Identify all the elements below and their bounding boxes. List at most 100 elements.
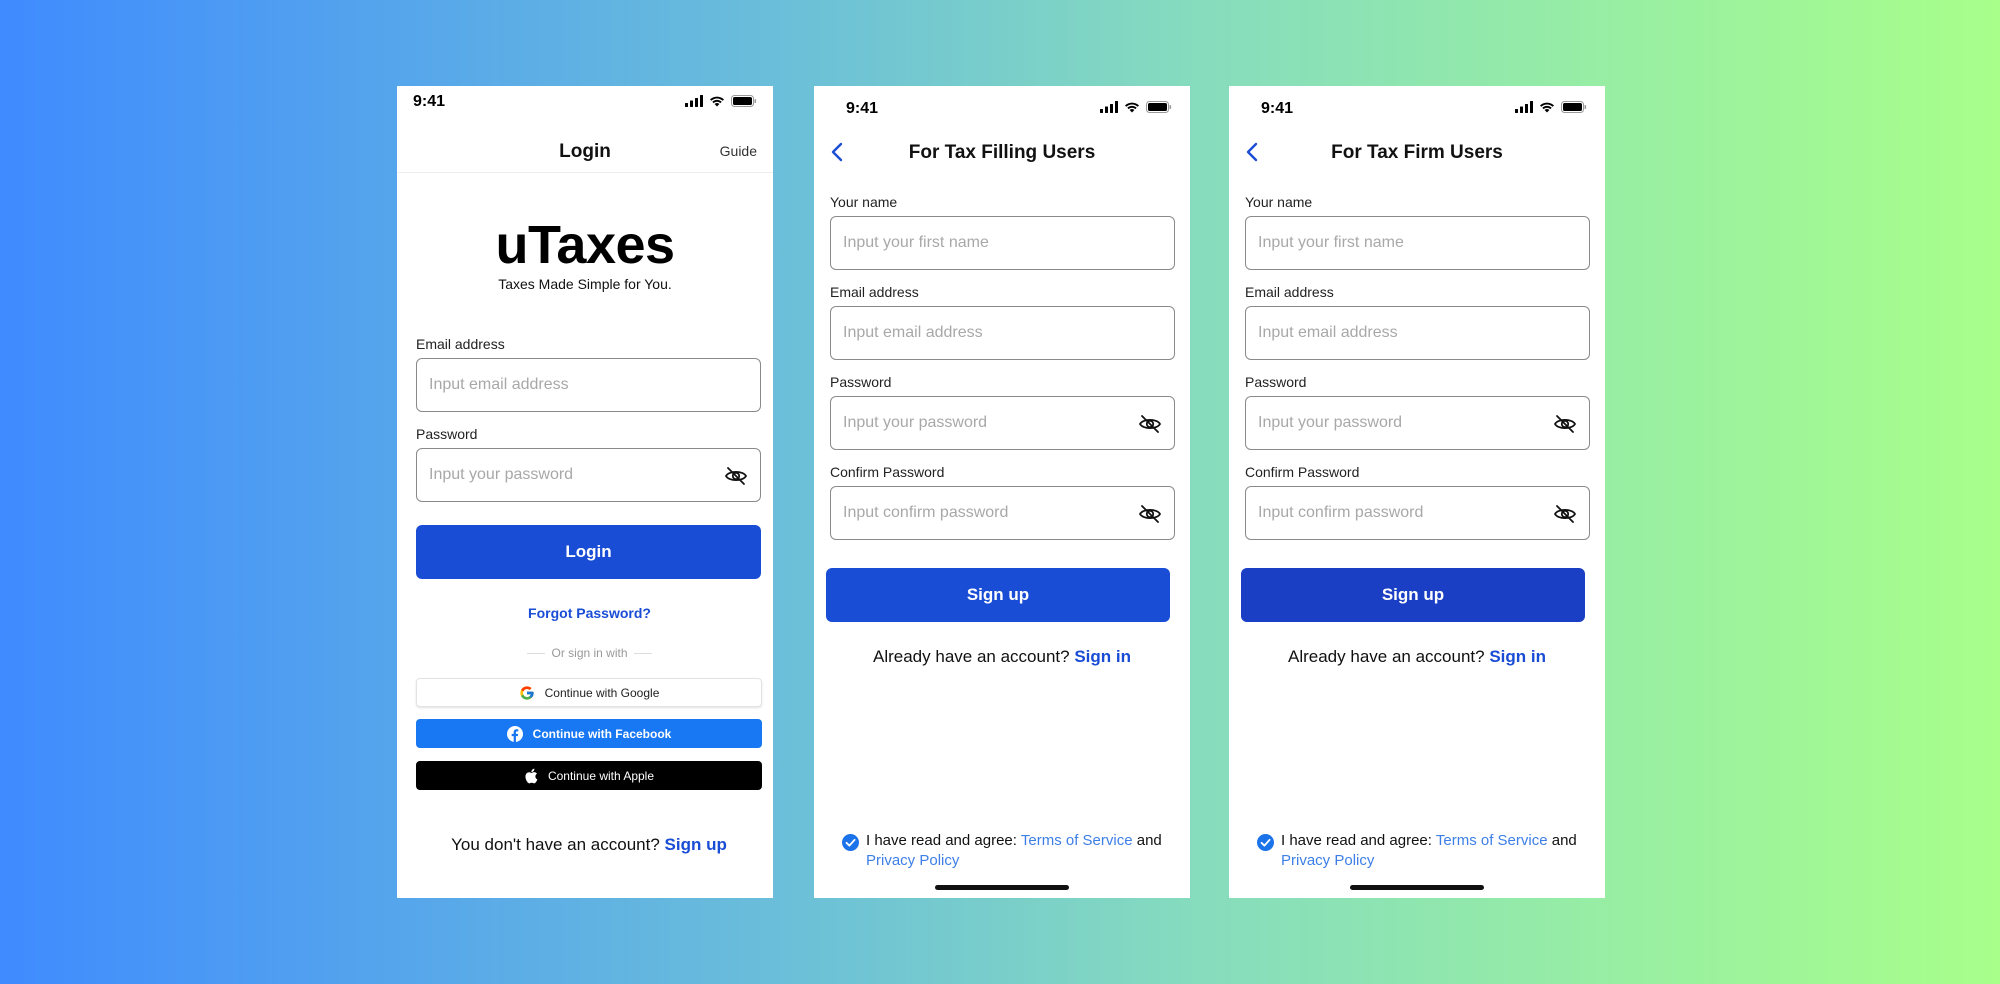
name-input-box[interactable] (1245, 216, 1590, 270)
battery-icon (1561, 101, 1587, 113)
facebook-button[interactable]: Continue with Facebook (416, 719, 762, 748)
confirm-password-input[interactable] (1258, 504, 1577, 522)
home-indicator (1350, 885, 1484, 890)
page-title: Login (559, 141, 611, 162)
eye-off-icon[interactable] (724, 464, 748, 488)
email-label: Email address (830, 284, 919, 300)
password-input[interactable] (843, 414, 1162, 432)
sign-in-link[interactable]: Sign in (1074, 647, 1131, 666)
confirm-password-input[interactable] (843, 504, 1162, 522)
status-icons (685, 95, 757, 107)
eye-off-icon[interactable] (1138, 412, 1162, 436)
privacy-policy-link[interactable]: Privacy Policy (1281, 852, 1374, 869)
name-input[interactable] (1258, 234, 1577, 252)
status-bar: 9:41 (814, 86, 1190, 126)
eye-off-icon[interactable] (1553, 502, 1577, 526)
status-bar: 9:41 (397, 86, 773, 126)
privacy-policy-link[interactable]: Privacy Policy (866, 852, 959, 869)
brand-tagline: Taxes Made Simple for You. (498, 276, 672, 292)
terms-of-service-link[interactable]: Terms of Service (1021, 832, 1133, 849)
name-label: Your name (830, 194, 898, 210)
apple-icon (525, 768, 538, 783)
or-sign-in-text: Or sign in with (551, 646, 628, 660)
password-input-box[interactable] (1245, 396, 1590, 450)
email-input-box[interactable] (1245, 306, 1590, 360)
password-field-group: Password (830, 374, 1175, 450)
and-text: and (1551, 832, 1577, 849)
password-label: Password (416, 426, 478, 442)
password-label: Password (1245, 374, 1307, 390)
eye-off-icon[interactable] (1553, 412, 1577, 436)
wifi-icon (710, 96, 724, 107)
battery-icon (731, 95, 757, 107)
home-indicator (935, 885, 1069, 890)
sign-up-button[interactable]: Sign up (826, 568, 1170, 622)
nav-divider (397, 172, 773, 173)
password-input-box[interactable] (830, 396, 1175, 450)
no-account-text: You don't have an account? (451, 835, 660, 854)
agree-checkbox[interactable] (1257, 834, 1274, 851)
email-field-group: Email address (1245, 284, 1590, 360)
terms-of-service-link[interactable]: Terms of Service (1436, 832, 1548, 849)
status-time: 9:41 (1261, 100, 1294, 117)
email-field-group: Email address (830, 284, 1175, 360)
wifi-icon (1125, 102, 1139, 113)
guide-link[interactable]: Guide (720, 143, 757, 159)
brand-logo: uTaxes (495, 215, 675, 275)
tax-firm-signup-screen: 9:41 For Tax Firm Users Your name Email … (1229, 86, 1605, 898)
login-screen: 9:41 Login Guide uTaxes Taxes Made Simpl… (397, 86, 773, 898)
confirm-password-label: Confirm Password (1245, 464, 1360, 480)
password-input-box[interactable] (416, 448, 761, 502)
page-title: For Tax Filling Users (908, 142, 1096, 163)
tax-filing-signup-screen: 9:41 For Tax Filling Users Your name Ema… (814, 86, 1190, 898)
google-icon (519, 685, 534, 700)
email-input[interactable] (429, 376, 748, 394)
password-field-group: Password (1245, 374, 1590, 450)
confirm-password-input-box[interactable] (1245, 486, 1590, 540)
name-field-group: Your name (830, 194, 1175, 270)
facebook-button-label: Continue with Facebook (532, 726, 672, 741)
status-time: 9:41 (846, 100, 879, 117)
signal-icon (1100, 101, 1118, 113)
name-input-box[interactable] (830, 216, 1175, 270)
forgot-password-link[interactable]: Forgot Password? (406, 605, 773, 621)
battery-icon (1146, 101, 1172, 113)
email-input-box[interactable] (416, 358, 761, 412)
status-time: 9:41 (413, 93, 446, 110)
email-input[interactable] (843, 324, 1162, 342)
password-label: Password (830, 374, 892, 390)
apple-button-label: Continue with Apple (547, 768, 655, 783)
or-sign-in-divider: Or sign in with (406, 646, 773, 660)
sign-in-link[interactable]: Sign in (1489, 647, 1546, 666)
confirm-password-input-box[interactable] (830, 486, 1175, 540)
email-label: Email address (1245, 284, 1334, 300)
eye-off-icon[interactable] (1138, 502, 1162, 526)
email-input-box[interactable] (830, 306, 1175, 360)
sign-up-button[interactable]: Sign up (1241, 568, 1585, 622)
terms-agreement: I have read and agree: Terms of Service … (1257, 831, 1585, 871)
password-input[interactable] (429, 466, 748, 484)
agree-checkbox[interactable] (842, 834, 859, 851)
password-input[interactable] (1258, 414, 1577, 432)
facebook-icon (506, 725, 523, 742)
google-button[interactable]: Continue with Google (416, 678, 762, 707)
check-icon (845, 838, 856, 847)
google-button-label: Continue with Google (544, 685, 660, 700)
agree-text: I have read and agree: (866, 832, 1017, 849)
login-button[interactable]: Login (416, 525, 761, 579)
email-field-group: Email address (416, 336, 761, 412)
sign-up-link[interactable]: Sign up (665, 835, 727, 854)
have-account-text: Already have an account? (1288, 647, 1485, 666)
apple-button[interactable]: Continue with Apple (416, 761, 762, 790)
name-field-group: Your name (1245, 194, 1590, 270)
wifi-icon (1540, 102, 1554, 113)
check-icon (1260, 838, 1271, 847)
email-input[interactable] (1258, 324, 1577, 342)
confirm-password-field-group: Confirm Password (830, 464, 1175, 540)
name-input[interactable] (843, 234, 1162, 252)
password-field-group: Password (416, 426, 761, 502)
terms-agreement: I have read and agree: Terms of Service … (842, 831, 1170, 871)
signin-prompt: Already have an account? Sign in (1229, 647, 1605, 667)
brand-block: uTaxes Taxes Made Simple for You. (397, 218, 773, 292)
agree-text: I have read and agree: (1281, 832, 1432, 849)
